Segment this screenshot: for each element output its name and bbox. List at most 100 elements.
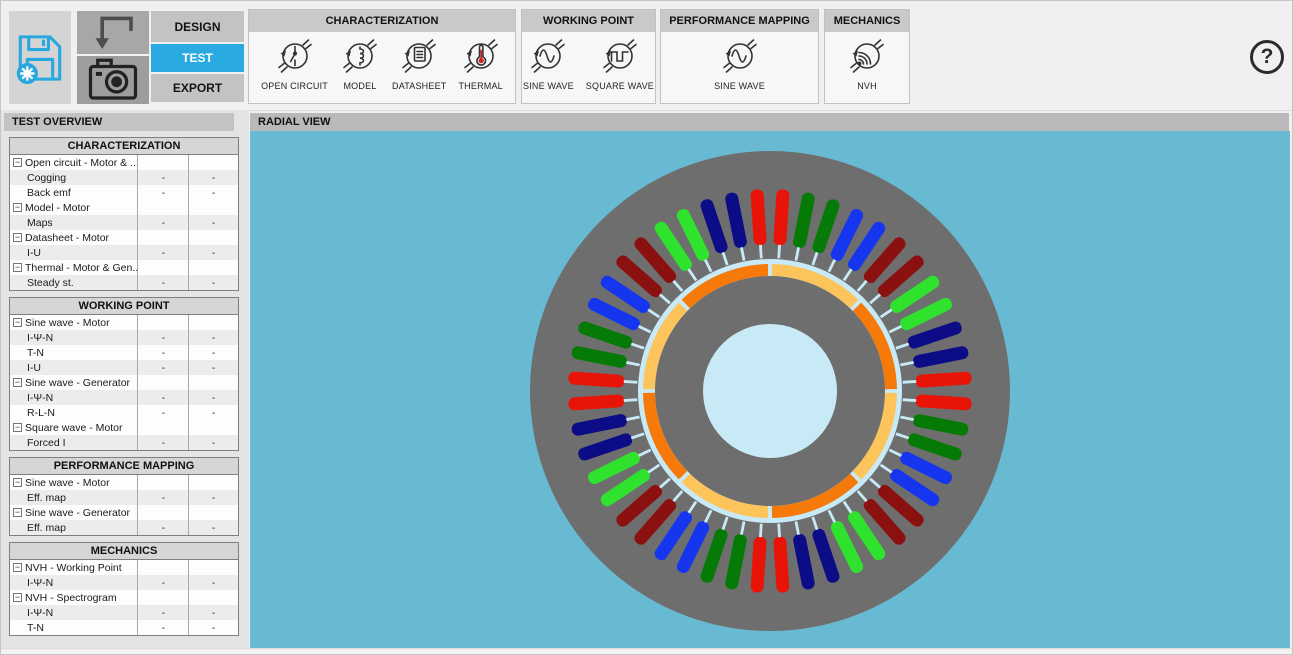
collapse-toggle-icon[interactable]: − [13, 563, 22, 572]
test-group-row[interactable]: −NVH - Spectrogram [10, 590, 238, 605]
row-value-cell: - [137, 185, 188, 200]
test-row[interactable]: I-Ψ-N-- [10, 605, 238, 620]
row-label: Maps [27, 217, 53, 229]
test-row[interactable]: Forced I-- [10, 435, 238, 450]
tab-export[interactable]: EXPORT [151, 74, 244, 102]
tab-design[interactable]: DESIGN [151, 11, 244, 42]
test-group-row[interactable]: −NVH - Working Point [10, 560, 238, 575]
top-toolbar: DESIGNTESTEXPORT CHARACTERIZATION OPEN C… [1, 1, 1292, 111]
row-value-cell: - [137, 215, 188, 230]
test-row[interactable]: Back emf-- [10, 185, 238, 200]
row-label-cell: −Sine wave - Motor [10, 315, 137, 330]
row-label: I-Ψ-N [27, 392, 53, 404]
test-group-row[interactable]: −Sine wave - Motor [10, 475, 238, 490]
test-group-row[interactable]: −Datasheet - Motor [10, 230, 238, 245]
test-overview-panel: TEST OVERVIEW CHARACTERIZATION−Open circ… [1, 110, 249, 648]
tab-test[interactable]: TEST [151, 44, 244, 72]
tool-label: SINE WAVE [714, 81, 765, 91]
test-table-mechanics: MECHANICS−NVH - Working PointI-Ψ-N--−NVH… [9, 542, 239, 636]
model-button[interactable]: MODEL [340, 36, 380, 91]
collapse-toggle-icon[interactable]: − [13, 508, 22, 517]
row-label: Datasheet - Motor [25, 232, 109, 244]
save-icon [9, 27, 71, 89]
row-value-cell: - [137, 605, 188, 620]
collapse-toggle-icon[interactable]: − [13, 318, 22, 327]
row-value-cell [137, 420, 188, 435]
save-button[interactable] [9, 11, 71, 104]
test-row[interactable]: I-Ψ-N-- [10, 390, 238, 405]
test-group-row[interactable]: −Sine wave - Generator [10, 375, 238, 390]
test-row[interactable]: Cogging-- [10, 170, 238, 185]
row-label-cell: I-U [10, 245, 137, 260]
collapse-toggle-icon[interactable]: − [13, 203, 22, 212]
panel-title: MECHANICS [825, 10, 909, 32]
app-window: DESIGNTESTEXPORT CHARACTERIZATION OPEN C… [0, 0, 1293, 655]
test-row[interactable]: T-N-- [10, 620, 238, 635]
row-label-cell: Eff. map [10, 520, 137, 535]
test-row[interactable]: R-L-N-- [10, 405, 238, 420]
tool-label: SINE WAVE [523, 81, 574, 91]
row-label: Eff. map [27, 492, 66, 504]
open-circuit-button[interactable]: OPEN CIRCUIT [261, 36, 328, 91]
sine-wave-button[interactable]: SINE WAVE [523, 36, 574, 91]
tool-label: THERMAL [458, 81, 502, 91]
test-row[interactable]: Maps-- [10, 215, 238, 230]
collapse-toggle-icon[interactable]: − [13, 593, 22, 602]
test-row[interactable]: Steady st.-- [10, 275, 238, 290]
table-title: CHARACTERIZATION [10, 138, 238, 155]
radial-view-canvas[interactable] [250, 131, 1290, 648]
row-label-cell: −Sine wave - Generator [10, 505, 137, 520]
row-label-cell: −Sine wave - Motor [10, 475, 137, 490]
test-group-row[interactable]: −Sine wave - Motor [10, 315, 238, 330]
tool-label: MODEL [343, 81, 376, 91]
test-row[interactable]: I-U-- [10, 360, 238, 375]
row-label: Sine wave - Motor [25, 317, 110, 329]
collapse-toggle-icon[interactable]: − [13, 378, 22, 387]
nvh-button[interactable]: NVH [847, 36, 887, 91]
test-row[interactable]: I-Ψ-N-- [10, 330, 238, 345]
row-value-cell: - [137, 170, 188, 185]
table-title: WORKING POINT [10, 298, 238, 315]
test-row[interactable]: I-U-- [10, 245, 238, 260]
sine-wave-icon [720, 36, 760, 81]
row-label: Forced I [27, 437, 66, 449]
test-group-row[interactable]: −Model - Motor [10, 200, 238, 215]
test-group-row[interactable]: −Thermal - Motor & Gen... [10, 260, 238, 275]
test-group-row[interactable]: −Square wave - Motor [10, 420, 238, 435]
tool-label: DATASHEET [392, 81, 446, 91]
row-value-cell: - [137, 575, 188, 590]
row-label: Thermal - Motor & Gen... [25, 262, 137, 274]
tool-label: SQUARE WAVE [586, 81, 654, 91]
datasheet-button[interactable]: DATASHEET [392, 36, 446, 91]
test-row[interactable]: Eff. map-- [10, 490, 238, 505]
square-wave-button[interactable]: SQUARE WAVE [586, 36, 654, 91]
panel-working-point: WORKING POINT SINE WAVE SQUARE WAVE [521, 9, 656, 104]
row-label: I-U [27, 247, 41, 259]
collapse-toggle-icon[interactable]: − [13, 233, 22, 242]
test-group-row[interactable]: −Sine wave - Generator [10, 505, 238, 520]
collapse-toggle-icon[interactable]: − [13, 478, 22, 487]
row-label-cell: I-Ψ-N [10, 390, 137, 405]
row-label: T-N [27, 622, 44, 634]
sine-wave-button[interactable]: SINE WAVE [714, 36, 765, 91]
collapse-toggle-icon[interactable]: − [13, 423, 22, 432]
test-row[interactable]: T-N-- [10, 345, 238, 360]
thermal-button[interactable]: THERMAL [458, 36, 502, 91]
row-label: Steady st. [27, 277, 74, 289]
row-value-cell: - [188, 490, 238, 505]
row-value-cell: - [188, 605, 238, 620]
test-row[interactable]: I-Ψ-N-- [10, 575, 238, 590]
screenshot-button[interactable] [77, 56, 149, 104]
test-group-row[interactable]: −Open circuit - Motor & ... [10, 155, 238, 170]
test-row[interactable]: Eff. map-- [10, 520, 238, 535]
row-value-cell [188, 315, 238, 330]
panel-title: WORKING POINT [522, 10, 655, 32]
radial-view-title: RADIAL VIEW [258, 116, 331, 128]
row-label: R-L-N [27, 407, 55, 419]
row-label-cell: I-Ψ-N [10, 330, 137, 345]
row-value-cell [188, 375, 238, 390]
collapse-toggle-icon[interactable]: − [13, 158, 22, 167]
help-button[interactable]: ? [1250, 40, 1284, 74]
tool-label: OPEN CIRCUIT [261, 81, 328, 91]
collapse-toggle-icon[interactable]: − [13, 263, 22, 272]
